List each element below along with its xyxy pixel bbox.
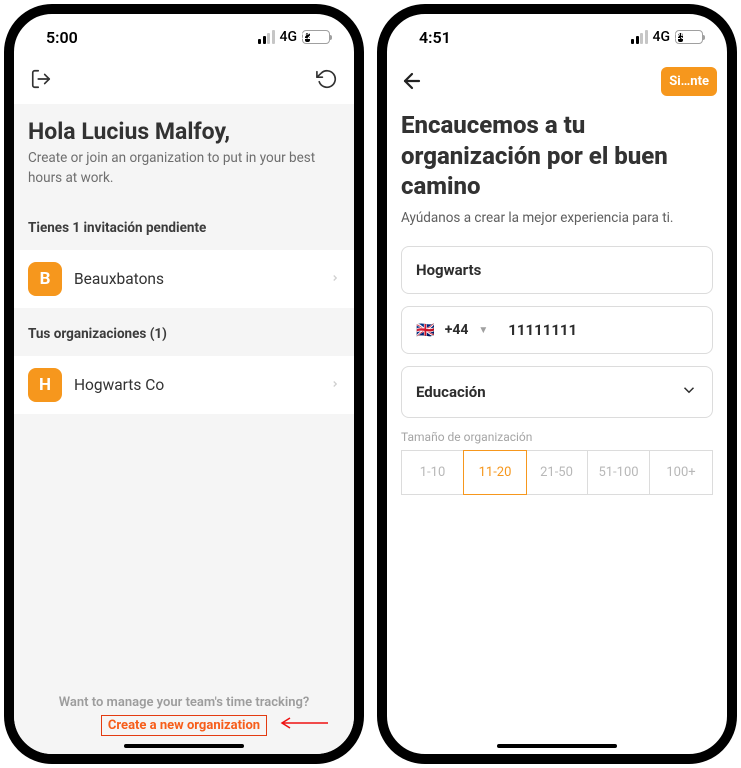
category-select[interactable]: Educación [401, 366, 713, 418]
main-area: Hola Lucius Malfoy, Create or join an or… [14, 104, 354, 754]
size-option[interactable]: 1-10 [402, 451, 464, 494]
phone-screen-1: 5:00 4G 22 Hola Lucius Malfoy, Create or… [4, 4, 364, 764]
signal-icon [631, 30, 648, 44]
org-name-field[interactable]: Hogwarts [401, 246, 713, 294]
org-avatar: H [28, 368, 62, 402]
annotation-arrow-icon [276, 716, 330, 730]
org-size-block: Tamaño de organización 1-10 11-20 21-50 … [387, 424, 727, 501]
status-bar: 4:51 4G 25 [387, 14, 727, 60]
undo-icon[interactable] [314, 66, 340, 92]
org-size-options: 1-10 11-20 21-50 51-100 100+ [401, 450, 713, 495]
country-code: +44 [445, 322, 469, 338]
category-value: Educación [416, 383, 486, 401]
org-name: Hogwarts Co [74, 376, 318, 394]
phone-number: 11111111 [508, 321, 577, 339]
home-indicator [497, 744, 617, 749]
org-item[interactable]: H Hogwarts Co [14, 356, 354, 414]
create-org-link[interactable]: Create a new organization [101, 715, 267, 736]
form-area: Hogwarts 🇬🇧 +44 ▼ 11111111 Educación [387, 240, 727, 424]
top-action-bar [14, 60, 354, 104]
chevron-down-icon: ▼ [478, 325, 488, 336]
flag-icon: 🇬🇧 [416, 321, 435, 339]
chevron-right-icon [330, 270, 340, 289]
page-title: Encaucemos a tu organización por el buen… [401, 110, 713, 202]
greeting-subtitle: Create or join an organization to put in… [28, 149, 340, 188]
greeting-title: Hola Lucius Malfoy, [28, 118, 340, 145]
status-right: 4G 25 [631, 29, 703, 45]
chevron-down-icon [680, 381, 698, 403]
org-avatar: B [28, 262, 62, 296]
network-label: 4G [653, 29, 671, 45]
org-name-value: Hogwarts [416, 261, 481, 279]
hero: Hola Lucius Malfoy, Create or join an or… [14, 104, 354, 202]
home-indicator [124, 744, 244, 749]
top-action-bar: Si…nte [387, 60, 727, 106]
org-size-label: Tamaño de organización [401, 430, 713, 444]
status-bar: 5:00 4G 22 [14, 14, 354, 60]
signal-icon [258, 30, 275, 44]
battery-icon: 22 [302, 30, 330, 44]
size-option[interactable]: 51-100 [588, 451, 650, 494]
footer-question: Want to manage your team's time tracking… [14, 695, 354, 710]
network-label: 4G [280, 29, 298, 45]
chevron-right-icon [330, 376, 340, 395]
size-option[interactable]: 100+ [650, 451, 712, 494]
logout-icon[interactable] [28, 66, 54, 92]
hero: Encaucemos a tu organización por el buen… [387, 106, 727, 240]
back-arrow-icon[interactable] [397, 66, 427, 96]
pending-invites-label: Tienes 1 invitación pendiente [14, 202, 354, 250]
battery-icon: 25 [675, 30, 703, 44]
org-name: Beauxbatons [74, 270, 318, 288]
next-button[interactable]: Si…nte [661, 67, 717, 96]
status-right: 4G 22 [258, 29, 330, 45]
size-option[interactable]: 21-50 [526, 451, 588, 494]
phone-field[interactable]: 🇬🇧 +44 ▼ 11111111 [401, 306, 713, 354]
your-orgs-label: Tus organizaciones (1) [14, 308, 354, 356]
clock: 5:00 [46, 28, 78, 47]
size-option[interactable]: 11-20 [463, 450, 527, 495]
page-subtitle: Ayúdanos a crear la mejor experiencia pa… [401, 210, 713, 226]
phone-screen-2: 4:51 4G 25 Si…nte Encaucemos a tu organi… [377, 4, 737, 764]
invite-item[interactable]: B Beauxbatons [14, 250, 354, 308]
clock: 4:51 [419, 28, 451, 47]
